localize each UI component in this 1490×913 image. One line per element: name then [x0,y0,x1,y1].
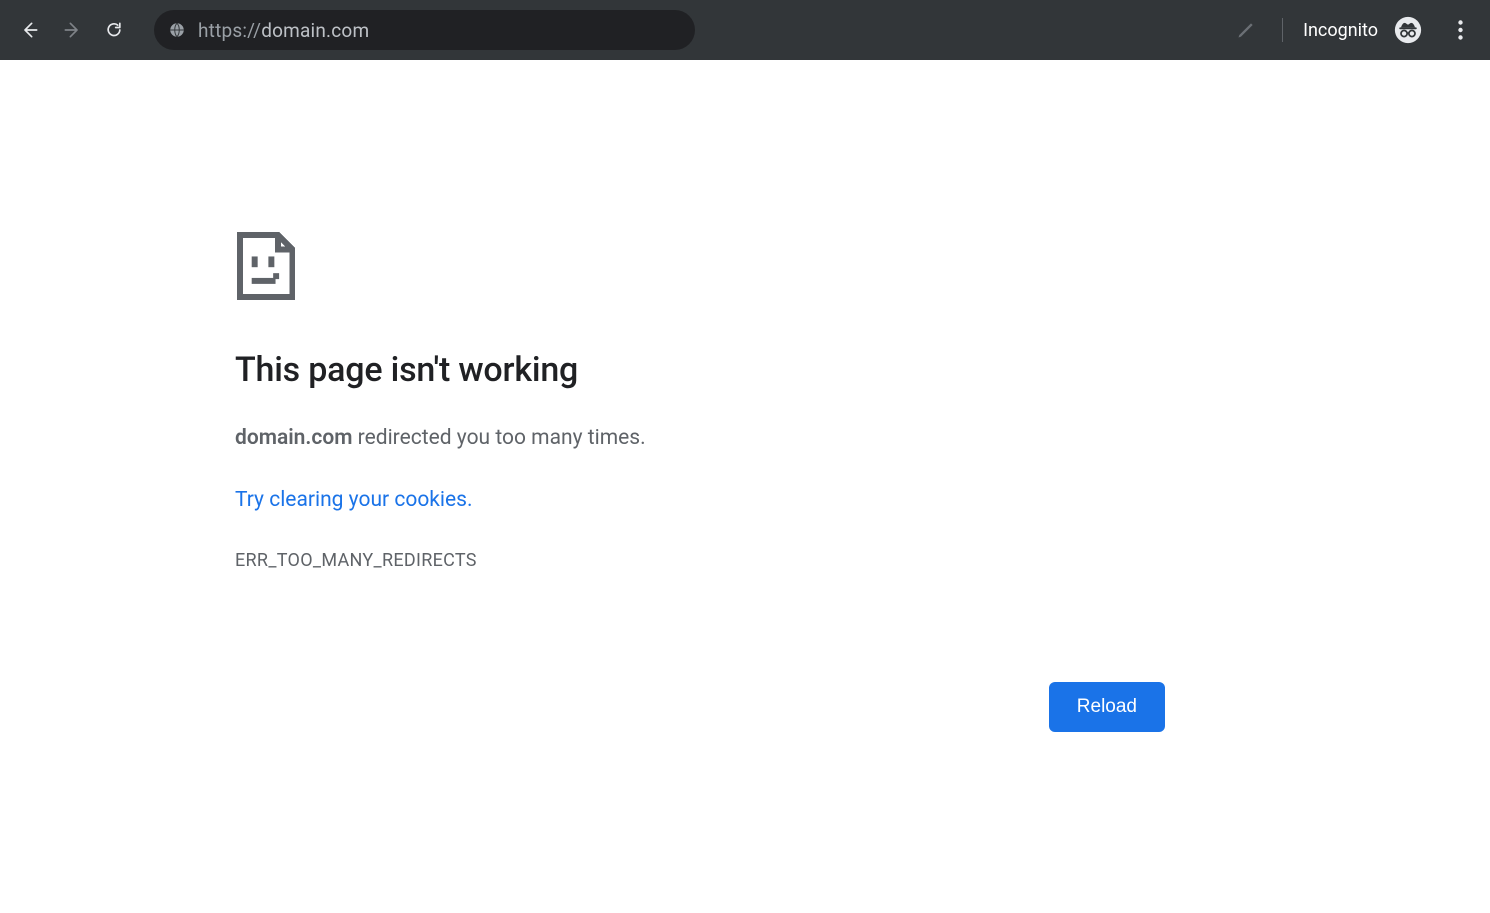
separator [1282,18,1283,42]
error-title: This page isn't working [235,350,1165,390]
incognito-icon [1394,16,1422,44]
reload-icon [104,20,124,40]
arrow-left-icon [20,20,40,40]
error-code: ERR_TOO_MANY_REDIRECTS [235,550,1165,571]
incognito-label: Incognito [1303,20,1378,41]
forward-button [54,12,90,48]
more-vert-icon [1458,20,1463,40]
edit-icon[interactable] [1230,14,1262,46]
page-content: This page isn't working domain.com redir… [0,60,1490,571]
clear-cookies-link[interactable]: Try clearing your cookies. [235,488,473,512]
error-host: domain.com [235,426,352,450]
address-bar[interactable]: https://domain.com [154,10,695,50]
error-desc-suffix: redirected you too many times. [352,426,645,450]
pen-icon [1236,20,1256,40]
arrow-right-icon [62,20,82,40]
browser-menu-button[interactable] [1442,12,1478,48]
globe-icon [168,21,186,39]
reload-page-button[interactable]: Reload [1049,682,1165,732]
browser-toolbar: https://domain.com Incognito [0,0,1490,60]
url-host: domain.com [261,19,369,42]
url-scheme: https:// [198,19,261,42]
error-interstitial: This page isn't working domain.com redir… [235,230,1165,571]
url-text: https://domain.com [198,19,369,42]
sad-file-icon [235,230,1165,302]
reload-button[interactable] [96,12,132,48]
error-description: domain.com redirected you too many times… [235,426,1165,450]
back-button[interactable] [12,12,48,48]
